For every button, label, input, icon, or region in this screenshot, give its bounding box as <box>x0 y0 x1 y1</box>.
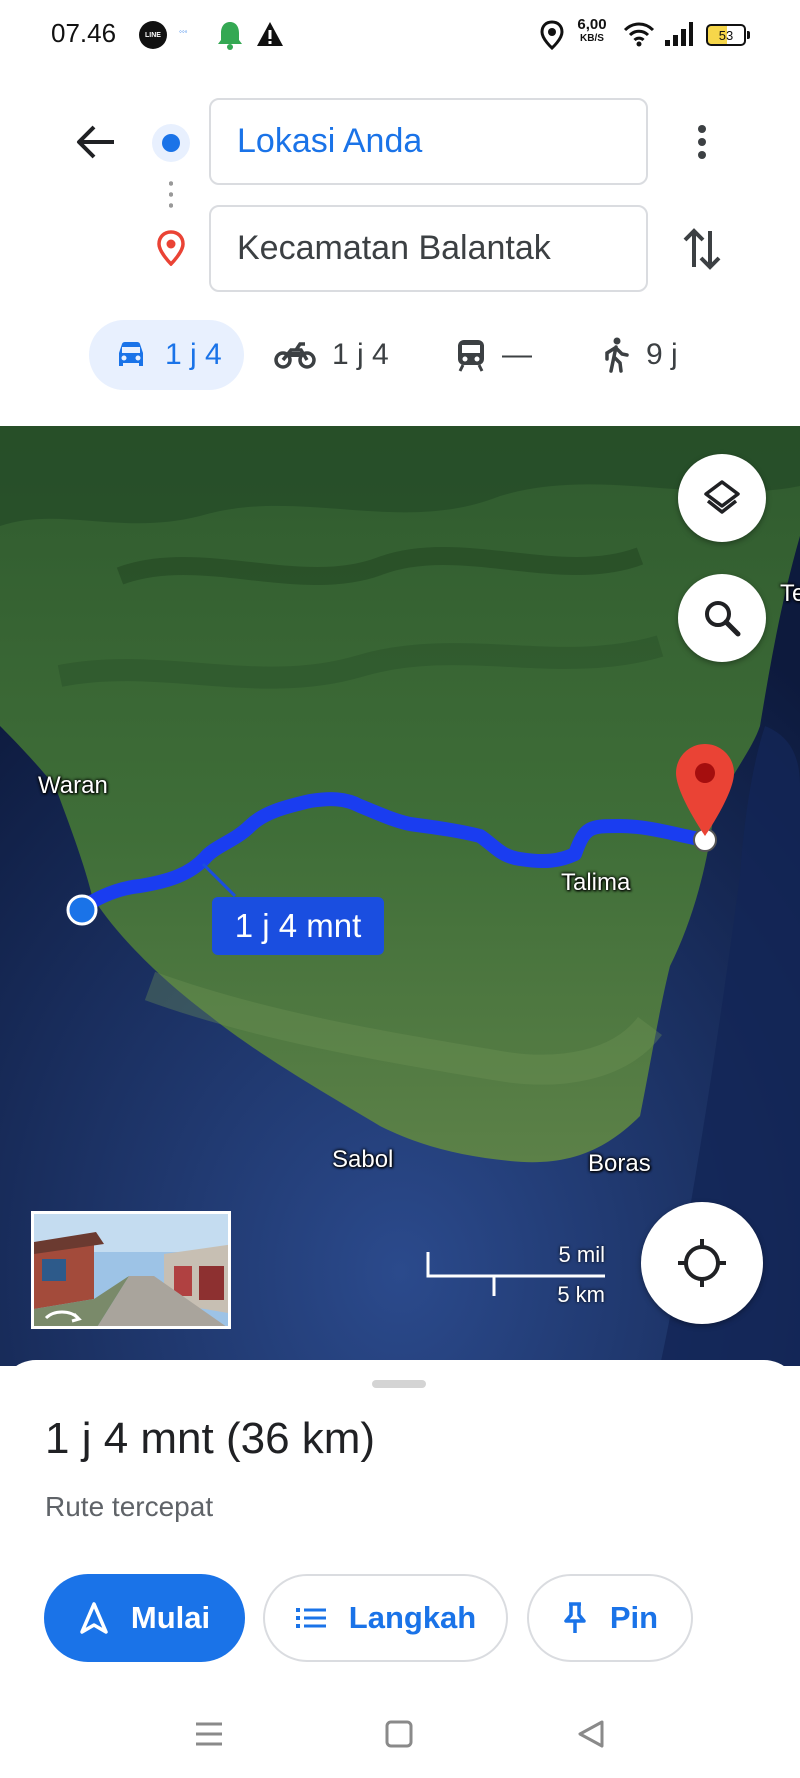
map-view[interactable]: Waran Talima Sabol Boras Te 1 j 4 mnt 5 … <box>0 426 800 1366</box>
place-label: Sabol <box>332 1146 394 1173</box>
arrow-left-icon <box>77 125 114 159</box>
drag-handle[interactable] <box>372 1380 426 1388</box>
mode-driving-label: 1 j 4 <box>165 338 222 371</box>
line-app-icon: LINE <box>139 21 167 49</box>
transit-icon <box>458 340 484 372</box>
mode-motorcycle-label: 1 j 4 <box>332 338 389 371</box>
walk-icon <box>605 337 629 373</box>
mode-walking-tab[interactable]: 9 j <box>602 320 678 390</box>
street-view-image <box>34 1214 228 1326</box>
layers-icon <box>704 480 740 514</box>
mode-transit-label: — <box>502 338 532 371</box>
location-status-icon <box>540 20 564 51</box>
motorcycle-icon <box>274 342 316 369</box>
warning-icon <box>256 20 284 50</box>
scale-metric: 5 km <box>557 1282 605 1307</box>
crosshair-icon <box>678 1239 726 1287</box>
route-duration-bubble[interactable]: 1 j 4 mnt <box>212 897 384 955</box>
bank-notification-icon: ◦◦◦ <box>179 27 188 36</box>
back-button[interactable] <box>72 118 120 166</box>
pin-button[interactable]: Pin <box>527 1574 693 1662</box>
search-icon <box>705 601 741 637</box>
navigation-arrow-icon <box>80 1602 108 1634</box>
steps-label: Langkah <box>348 1600 477 1635</box>
triangle-back-icon <box>578 1720 604 1748</box>
recent-apps-button[interactable] <box>187 1712 231 1756</box>
menu-icon <box>196 1722 222 1746</box>
square-icon <box>385 1720 413 1748</box>
origin-dot-icon <box>152 124 190 162</box>
place-label: Talima <box>561 869 631 896</box>
layers-button[interactable] <box>678 454 766 542</box>
steps-button[interactable]: Langkah <box>263 1574 508 1662</box>
origin-marker[interactable] <box>66 894 98 926</box>
swap-route-button[interactable] <box>680 222 724 276</box>
signal-icon <box>664 20 694 50</box>
place-label: Boras <box>588 1150 651 1177</box>
start-navigation-label: Mulai <box>130 1600 211 1635</box>
place-label: Waran <box>38 772 108 799</box>
street-view-thumbnail[interactable] <box>31 1211 231 1329</box>
start-navigation-button[interactable]: Mulai <box>44 1574 245 1662</box>
home-button[interactable] <box>377 1712 421 1756</box>
search-along-route-button[interactable] <box>678 574 766 662</box>
clock: 07.46 <box>51 18 117 48</box>
list-icon <box>295 1608 326 1628</box>
wifi-icon <box>623 20 655 50</box>
destination-field[interactable]: Kecamatan Balantak <box>209 205 648 292</box>
my-location-button[interactable] <box>641 1202 763 1324</box>
system-nav-bar <box>0 1690 800 1778</box>
more-vert-icon <box>698 125 706 159</box>
network-speed: 6,00 KB/S <box>577 16 607 44</box>
swap-icon <box>683 228 721 270</box>
map-scale: 5 mil 5 km <box>425 1242 605 1312</box>
mode-transit-tab[interactable]: — <box>456 320 532 390</box>
route-connector <box>169 178 173 212</box>
alarm-bell-icon <box>216 20 244 50</box>
system-back-button[interactable] <box>569 1712 613 1756</box>
pushpin-icon <box>564 1602 586 1633</box>
place-label: Te <box>780 580 800 607</box>
status-bar: 07.46 LINE ◦◦◦ 6,00 KB/S 53 <box>0 0 800 72</box>
destination-pin-icon <box>155 230 187 267</box>
battery-icon: 53 <box>706 24 750 46</box>
route-summary: 1 j 4 mnt (36 km) <box>45 1414 376 1463</box>
more-options-button[interactable] <box>680 118 724 166</box>
pin-label: Pin <box>609 1600 659 1635</box>
scale-imperial: 5 mil <box>558 1242 605 1267</box>
origin-field[interactable]: Lokasi Anda <box>209 98 648 185</box>
mode-walking-label: 9 j <box>646 338 678 371</box>
route-subtitle: Rute tercepat <box>45 1491 214 1522</box>
mode-driving-tab[interactable]: 1 j 4 <box>89 320 244 390</box>
mode-motorcycle-tab[interactable]: 1 j 4 <box>274 320 389 390</box>
car-icon <box>119 342 143 366</box>
